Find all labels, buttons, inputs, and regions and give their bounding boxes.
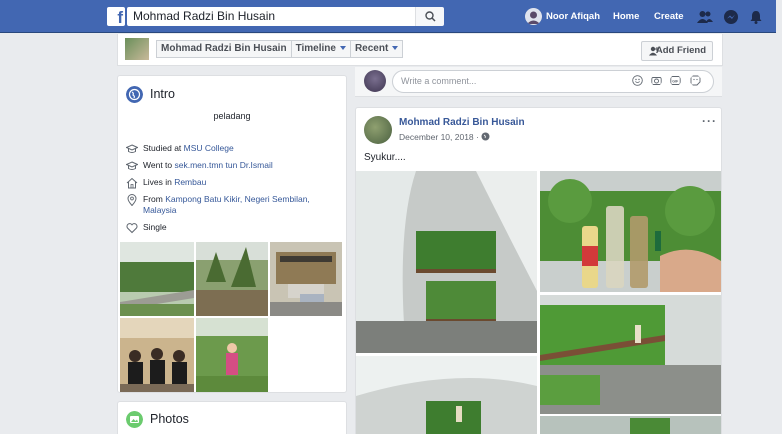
globe-icon xyxy=(126,86,143,103)
intro-photo[interactable] xyxy=(196,318,268,392)
graduation-cap-icon xyxy=(126,144,138,153)
photos-title: Photos xyxy=(150,412,189,426)
messenger-icon[interactable] xyxy=(723,9,739,25)
intro-item-link[interactable]: sek.men.tmn tun Dr.Ismail xyxy=(175,160,273,170)
avatar xyxy=(364,70,386,92)
heart-icon xyxy=(126,223,138,234)
avatar xyxy=(525,8,542,25)
profile-tabs: Mohmad Radzi Bin Husain Timeline Recent xyxy=(156,40,404,58)
avatar[interactable] xyxy=(364,116,392,144)
nav-user-name: Noor Afiqah xyxy=(546,11,601,22)
post-photo[interactable] xyxy=(540,171,721,292)
friend-requests-icon[interactable] xyxy=(697,9,713,25)
top-navigation-bar: f Mohmad Radzi Bin Husain Noor Afiqah Ho… xyxy=(0,0,782,33)
timeline-label: Timeline xyxy=(295,43,336,54)
intro-photo[interactable] xyxy=(196,242,268,316)
emoji-icon[interactable] xyxy=(632,75,643,86)
chevron-down-icon xyxy=(392,46,399,51)
camera-icon[interactable] xyxy=(651,75,662,86)
intro-title: Intro xyxy=(150,87,176,101)
home-icon xyxy=(126,177,138,189)
graduation-cap-icon xyxy=(126,161,138,170)
svg-text:GIF: GIF xyxy=(672,79,679,83)
intro-photo[interactable] xyxy=(120,242,194,316)
sticker-icon[interactable] xyxy=(690,75,701,86)
notifications-icon[interactable] xyxy=(748,9,764,25)
recent-dropdown[interactable]: Recent xyxy=(351,41,402,57)
add-friend-button[interactable]: Add Friend xyxy=(641,41,713,61)
comment-input[interactable]: Write a comment... xyxy=(392,70,714,93)
nav-home-link[interactable]: Home xyxy=(613,11,639,22)
post-photo[interactable] xyxy=(356,356,537,434)
chevron-down-icon xyxy=(339,46,346,51)
post-photo[interactable] xyxy=(356,171,537,353)
profile-thumbnail[interactable] xyxy=(125,38,149,60)
gif-icon[interactable]: GIF xyxy=(670,75,681,86)
photos-icon xyxy=(126,411,143,428)
search-button[interactable] xyxy=(415,7,444,26)
intro-item-prefix: Single xyxy=(143,222,167,232)
post-photo[interactable] xyxy=(540,295,721,414)
nav-create-link[interactable]: Create xyxy=(654,11,684,22)
page-scrollbar[interactable] xyxy=(776,0,782,434)
intro-bio: peladang xyxy=(213,111,251,121)
intro-item-link[interactable]: Kampong Batu Kikir, Negeri Sembilan, Mal… xyxy=(143,194,310,215)
post-author[interactable]: Mohmad Radzi Bin Husain xyxy=(399,117,525,128)
intro-item-link[interactable]: Rembau xyxy=(174,177,206,187)
recent-label: Recent xyxy=(354,43,389,54)
profile-name-tab[interactable]: Mohmad Radzi Bin Husain xyxy=(157,41,292,57)
intro-item-prefix: Studied at xyxy=(143,143,184,153)
add-friend-icon xyxy=(649,46,659,56)
intro-item-prefix: From xyxy=(143,194,166,204)
intro-item-prefix: Went to xyxy=(143,160,175,170)
timeline-dropdown[interactable]: Timeline xyxy=(292,41,351,57)
intro-card: Intro peladang Studied at MSU College We… xyxy=(117,75,347,393)
add-friend-label: Add Friend xyxy=(655,45,706,56)
search-icon xyxy=(425,11,436,22)
photos-card: Photos xyxy=(117,401,347,434)
intro-photo[interactable] xyxy=(270,242,342,316)
post-photo[interactable] xyxy=(540,416,721,434)
search-input[interactable]: Mohmad Radzi Bin Husain xyxy=(127,7,415,26)
facebook-logo-icon[interactable]: f xyxy=(107,7,125,26)
post-date[interactable]: December 10, 2018 · xyxy=(399,132,490,142)
intro-item-link[interactable]: MSU College xyxy=(184,143,234,153)
location-pin-icon xyxy=(127,194,137,206)
post-date-text: December 10, 2018 · xyxy=(399,132,479,142)
globe-icon xyxy=(481,132,490,141)
intro-item-prefix: Lives in xyxy=(143,177,175,187)
intro-photo[interactable] xyxy=(120,318,194,392)
more-options-button[interactable]: ··· xyxy=(702,114,717,128)
post-text: Syukur.... xyxy=(364,152,406,163)
